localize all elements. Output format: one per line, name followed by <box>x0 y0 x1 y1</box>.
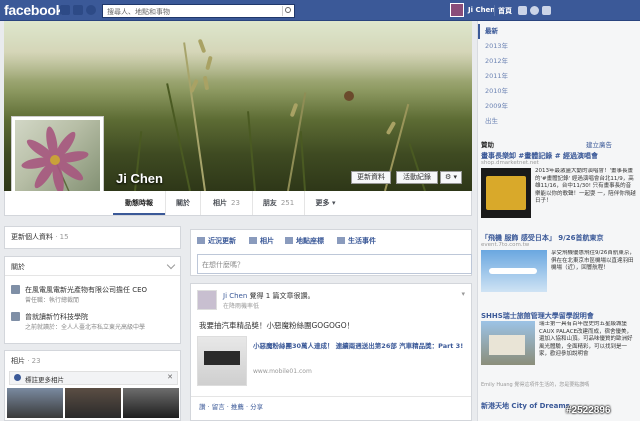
post-actions[interactable]: 讚 · 留言 · 推薦 · 分享 <box>199 401 263 411</box>
right-sidebar: 最新 2013年 2012年 2011年 2010年 2009年 出生 贊助 建… <box>477 21 640 421</box>
education-subtitle: 之前就讀於：全人人臺北市私立東光高級中學 <box>25 324 146 331</box>
privacy-shortcuts-icon[interactable] <box>530 6 539 15</box>
ad-title[interactable]: 新港天地 City of Dreams <box>481 401 637 411</box>
post-author[interactable]: Ji Chen <box>223 292 247 300</box>
work-subtitle: 曾任職：執行總裁閒 <box>25 297 80 304</box>
composer-tab-status[interactable]: 近況更新 <box>197 236 236 246</box>
tab-photos[interactable]: 相片 23 <box>200 191 252 215</box>
work-title[interactable]: 在風電風電新光產物有限公司擔任 CEO <box>25 285 147 295</box>
profile-link[interactable]: Ji Chen <box>468 6 495 14</box>
update-info-box[interactable]: 更新個人資料 · 15 <box>4 226 181 249</box>
messages-icon[interactable] <box>73 5 83 15</box>
composer: 近況更新 相片 地點座標 生活事件 在想什麼嗎？ <box>190 229 472 276</box>
composer-tab-life-event[interactable]: 生活事件 <box>337 236 376 246</box>
photos-count: · 23 <box>27 357 41 365</box>
search-icon[interactable] <box>282 6 293 16</box>
edit-pencil-icon[interactable] <box>166 260 176 270</box>
photo-thumbnail[interactable] <box>123 388 179 418</box>
briefcase-icon <box>11 285 20 294</box>
post-header: Ji Chen 覺得 1 篇文章很讚。 <box>223 291 314 301</box>
timeline-post: Ji Chen 覺得 1 篇文章很讚。 在降雨機率低 ▾ 我要抽汽車精品獎！小惡… <box>190 283 472 421</box>
about-box: 關於 在風電風電新光產物有限公司擔任 CEO 曾任職：執行總裁閒 曾就讀新竹科技… <box>4 256 181 344</box>
facebook-logo[interactable]: facebook <box>4 2 63 18</box>
friend-requests-icon[interactable] <box>60 5 70 15</box>
composer-tab-photo[interactable]: 相片 <box>249 236 274 246</box>
search-input[interactable]: 搜尋人、地點和事物 <box>102 4 295 18</box>
photos-box: 相片 · 23 標註更多相片 ✕ <box>4 350 181 421</box>
status-input[interactable]: 在想什麼嗎？ <box>197 254 472 274</box>
chevron-down-icon[interactable]: ▾ <box>461 290 465 298</box>
tag-icon <box>14 374 21 381</box>
photo-tag-tip: 標註更多相片 ✕ <box>9 371 178 385</box>
close-icon[interactable]: ✕ <box>167 373 173 381</box>
ad-social-context: Emily Huang 覺得這項件生活的，您是要點讚嗎 <box>481 382 590 388</box>
year-link[interactable]: 2009年 <box>478 99 518 114</box>
photos-heading[interactable]: 相片 <box>11 357 25 365</box>
post-text: 我要抽汽車精品獎！小惡魔粉絲團GOGOGO！ <box>199 321 355 330</box>
sponsored-heading: 贊助 <box>481 141 494 149</box>
ad-url: event.7to.com.tw <box>481 242 530 248</box>
link-preview[interactable]: 小惡魔粉絲團30萬人達成！ 連續兩週送出第26部 汽車精品獎：Part 3! w… <box>197 336 467 388</box>
search-placeholder: 搜尋人、地點和事物 <box>107 8 170 16</box>
year-link[interactable]: 2011年 <box>478 69 518 84</box>
top-navigation-bar: facebook 搜尋人、地點和事物 Ji Chen 首頁 <box>0 0 640 21</box>
post-action: 覺得 1 篇文章很讚。 <box>249 292 315 300</box>
ad-body: 瑞士第一具有百年歷史的五星級城堡CAUX PALACE改建而成，宿舍優美，還加入… <box>539 321 633 357</box>
profile-name[interactable]: Ji Chen <box>116 171 163 186</box>
year-link[interactable]: 最新 <box>478 24 518 39</box>
timeline-year-nav: 最新 2013年 2012年 2011年 2010年 2009年 出生 <box>478 24 518 129</box>
tab-friends[interactable]: 朋友 251 <box>252 191 304 215</box>
year-link[interactable]: 2013年 <box>478 39 518 54</box>
ad-item[interactable]: 新港天地 City of Dreams <box>478 401 638 421</box>
year-link[interactable]: 出生 <box>478 114 518 129</box>
avatar[interactable] <box>450 3 464 17</box>
watermark: #2522896 <box>566 405 611 416</box>
notifications-icon[interactable] <box>86 5 96 15</box>
divider <box>494 5 495 16</box>
tab-timeline[interactable]: 動態時報 <box>113 191 165 215</box>
ad-url: shop.dmarketnet.net <box>481 160 539 166</box>
link-thumbnail[interactable] <box>197 336 247 386</box>
year-link[interactable]: 2010年 <box>478 84 518 99</box>
photo-thumbnail[interactable] <box>65 388 121 418</box>
year-link[interactable]: 2012年 <box>478 54 518 69</box>
ad-image[interactable] <box>481 321 535 365</box>
avatar[interactable] <box>197 290 217 310</box>
graduation-cap-icon <box>11 312 20 321</box>
about-heading[interactable]: 關於 <box>11 262 25 272</box>
ad-body: 2013年最激盪大動的演唱會！'畫事長畫的'#畫體記錄' 經過演唱會台北11/9… <box>535 168 636 204</box>
home-link[interactable]: 首頁 <box>498 6 512 16</box>
update-info-button[interactable]: 更新資料 <box>351 171 391 184</box>
gear-icon[interactable] <box>542 6 551 15</box>
active-tab-indicator <box>113 213 165 215</box>
link-title[interactable]: 小惡魔粉絲團30萬人達成！ 連續兩週送出第26部 汽車精品獎：Part 3! <box>253 342 465 351</box>
settings-dropdown-button[interactable]: ⚙ ▾ <box>440 171 462 184</box>
ad-title[interactable]: SHHS瑞士旅館管理大學留學說明會 <box>481 311 637 321</box>
tab-about[interactable]: 關於 <box>165 191 200 215</box>
activity-log-button[interactable]: 活動紀錄 <box>396 171 438 184</box>
update-info-label: 更新個人資料 <box>11 233 53 241</box>
find-friends-icon[interactable] <box>518 6 527 15</box>
photo-strip <box>5 388 182 421</box>
profile-tabs: 動態時報 關於 相片 23 朋友 251 更多 ▾ <box>4 191 472 216</box>
update-info-count: · 15 <box>55 233 69 241</box>
ad-item[interactable]: 畫事長樂卸 #畫體記錄 # 經過演唱會 shop.dmarketnet.net … <box>478 151 638 231</box>
link-url: www.mobile01.com <box>253 368 312 375</box>
ad-body: 享受飛機優惠飛往9/26首航東京，俱在在北東京市區機場以直達羽田機場（近），回響… <box>551 250 635 271</box>
photo-tag-tip-text[interactable]: 標註更多相片 <box>25 374 64 384</box>
ad-image[interactable] <box>481 250 547 292</box>
create-ad-link[interactable]: 建立廣告 <box>586 139 612 149</box>
education-title[interactable]: 曾就讀新竹科技學院 <box>25 312 88 322</box>
ad-image[interactable] <box>481 168 531 218</box>
photo-thumbnail[interactable] <box>7 388 63 418</box>
composer-tab-place[interactable]: 地點座標 <box>285 236 324 246</box>
ad-item[interactable]: 「飛機 服飾 感受日本」 9/26首航東京 event.7to.com.tw 享… <box>478 233 638 311</box>
ad-item[interactable]: SHHS瑞士旅館管理大學留學說明會 瑞士第一具有百年歷史的五星級城堡CAUX P… <box>478 311 638 391</box>
tab-more[interactable]: 更多 ▾ <box>304 191 346 215</box>
post-subtitle: 在降雨機率低 <box>223 303 260 310</box>
